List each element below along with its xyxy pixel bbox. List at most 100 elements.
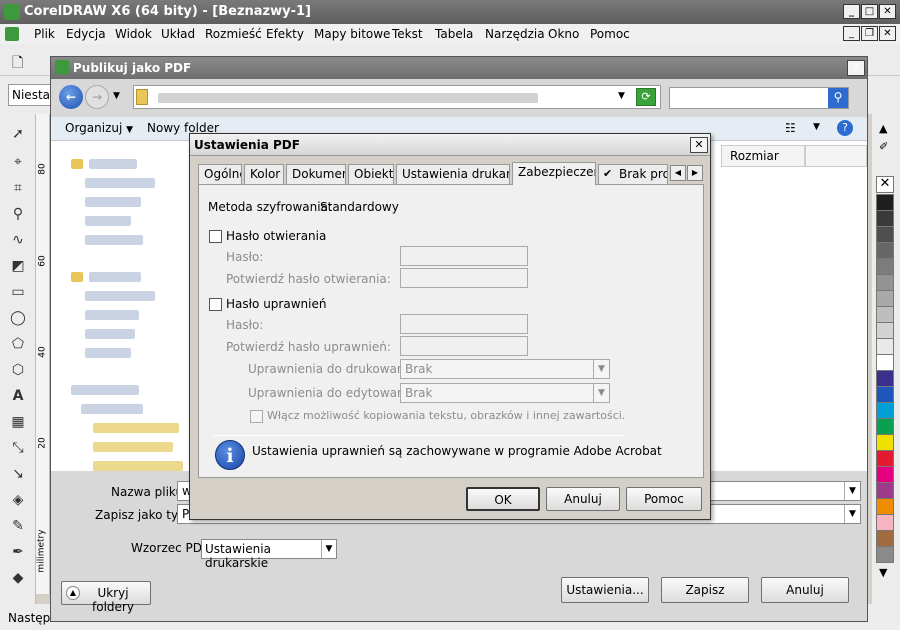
perm-password-input[interactable] bbox=[400, 314, 528, 334]
tree-item[interactable] bbox=[85, 348, 131, 358]
preset-combo[interactable]: Niestan bbox=[8, 84, 52, 106]
tab-obiekty[interactable]: Obiekty bbox=[348, 164, 394, 184]
palette-eyedropper-icon[interactable]: ✐ bbox=[879, 140, 888, 153]
help-icon[interactable]: ? bbox=[837, 120, 853, 136]
menu-okno[interactable]: Okno bbox=[548, 27, 579, 41]
zoom-tool-icon[interactable]: ⚲ bbox=[8, 204, 28, 224]
filename-dropdown-icon[interactable]: ▼ bbox=[844, 482, 860, 500]
address-bar[interactable]: ▼ ⟳ bbox=[133, 85, 661, 109]
search-icon[interactable]: ⚲ bbox=[828, 88, 848, 108]
publish-close-icon[interactable]: ✕ bbox=[847, 60, 865, 76]
tab-ogolne[interactable]: Ogólne bbox=[198, 164, 242, 184]
address-dropdown-icon[interactable]: ▼ bbox=[618, 91, 625, 101]
maximize-icon[interactable]: □ bbox=[861, 4, 878, 19]
tree-item[interactable] bbox=[71, 385, 139, 395]
color-swatch[interactable] bbox=[876, 402, 894, 419]
no-color-swatch[interactable]: ✕ bbox=[876, 176, 894, 193]
doc-restore-icon[interactable]: ❐ bbox=[861, 26, 878, 41]
rectangle-tool-icon[interactable]: ▭ bbox=[8, 282, 28, 302]
color-swatch[interactable] bbox=[876, 498, 894, 515]
color-swatch[interactable] bbox=[876, 354, 894, 371]
color-swatch[interactable] bbox=[876, 514, 894, 531]
allow-copy-checkbox[interactable] bbox=[250, 410, 263, 423]
close-icon[interactable]: ✕ bbox=[879, 4, 896, 19]
preset-select[interactable]: Ustawienia drukarskie ▼ bbox=[201, 539, 337, 570]
tree-item[interactable] bbox=[93, 442, 173, 452]
color-swatch[interactable] bbox=[876, 482, 894, 499]
doc-close-icon[interactable]: ✕ bbox=[879, 26, 896, 41]
color-swatch[interactable] bbox=[876, 386, 894, 403]
tree-item[interactable] bbox=[89, 272, 141, 282]
color-swatch[interactable] bbox=[876, 546, 894, 563]
ellipse-tool-icon[interactable]: ◯ bbox=[8, 308, 28, 328]
tab-dokument[interactable]: Dokument bbox=[286, 164, 346, 184]
palette-scroll-down-icon[interactable]: ▼ bbox=[879, 566, 887, 579]
tab-brak-problemow[interactable]: ✔ Brak prob bbox=[598, 164, 668, 184]
tree-item[interactable] bbox=[81, 404, 143, 414]
tree-item[interactable] bbox=[85, 216, 131, 226]
color-swatch[interactable] bbox=[876, 418, 894, 435]
menu-tabela[interactable]: Tabela bbox=[435, 27, 473, 41]
color-swatch[interactable] bbox=[876, 338, 894, 355]
tab-kolor[interactable]: Kolor bbox=[244, 164, 284, 184]
color-swatch[interactable] bbox=[876, 194, 894, 211]
pdf-close-icon[interactable]: ✕ bbox=[690, 137, 708, 153]
hide-folders-button[interactable]: ▲ Ukryj foldery bbox=[61, 581, 151, 614]
menu-rozmiesc[interactable]: Rozmieść bbox=[205, 27, 262, 41]
tree-item[interactable] bbox=[85, 310, 139, 320]
basic-shapes-tool-icon[interactable]: ⬡ bbox=[8, 360, 28, 380]
blend-tool-icon[interactable]: ◈ bbox=[8, 490, 28, 510]
tab-zabezpieczenia[interactable]: Zabezpieczenia bbox=[512, 162, 596, 185]
color-swatch[interactable] bbox=[876, 450, 894, 467]
color-swatch[interactable] bbox=[876, 290, 894, 307]
settings-button[interactable]: Ustawienia... bbox=[561, 577, 649, 603]
preset-dropdown-icon[interactable]: ▼ bbox=[321, 540, 336, 558]
color-swatch[interactable] bbox=[876, 258, 894, 275]
refresh-icon[interactable]: ⟳ bbox=[636, 88, 656, 106]
eyedropper-tool-icon[interactable]: ✎ bbox=[8, 516, 28, 536]
recent-dropdown-icon[interactable]: ▼ bbox=[113, 91, 120, 101]
column-size[interactable]: Rozmiar bbox=[721, 145, 805, 167]
connector-tool-icon[interactable]: ↘ bbox=[8, 464, 28, 484]
menu-widok[interactable]: Widok bbox=[115, 27, 152, 41]
open-password-checkbox[interactable] bbox=[209, 230, 222, 243]
color-swatch[interactable] bbox=[876, 226, 894, 243]
view-options-icon[interactable]: ☷ bbox=[785, 121, 796, 135]
tab-scroll-right-icon[interactable]: ▶ bbox=[687, 165, 703, 181]
forward-icon[interactable]: → bbox=[85, 85, 109, 109]
tree-item[interactable] bbox=[85, 197, 141, 207]
pick-tool-icon[interactable]: ➚ bbox=[8, 124, 28, 144]
color-swatch[interactable] bbox=[876, 466, 894, 483]
menu-uklad[interactable]: Układ bbox=[161, 27, 195, 41]
tab-scroll-left-icon[interactable]: ◀ bbox=[670, 165, 686, 181]
menu-efekty[interactable]: Efekty bbox=[266, 27, 304, 41]
view-dropdown-icon[interactable]: ▼ bbox=[813, 122, 820, 132]
menu-narzedzia[interactable]: Narzędzia bbox=[485, 27, 545, 41]
freehand-tool-icon[interactable]: ∿ bbox=[8, 230, 28, 250]
confirm-open-input[interactable] bbox=[400, 268, 528, 288]
color-swatch[interactable] bbox=[876, 210, 894, 227]
dimension-tool-icon[interactable]: ⤡ bbox=[8, 438, 28, 458]
color-swatch[interactable] bbox=[876, 242, 894, 259]
color-swatch[interactable] bbox=[876, 434, 894, 451]
permissions-password-checkbox[interactable] bbox=[209, 298, 222, 311]
pdf-help-button[interactable]: Pomoc bbox=[626, 487, 702, 511]
color-swatch[interactable] bbox=[876, 322, 894, 339]
edit-permissions-select[interactable]: Brak ▼ bbox=[400, 383, 610, 403]
menu-pomoc[interactable]: Pomoc bbox=[590, 27, 630, 41]
pdf-cancel-button[interactable]: Anuluj bbox=[546, 487, 620, 511]
menu-mapy-bitowe[interactable]: Mapy bitowe bbox=[314, 27, 390, 41]
tree-item[interactable] bbox=[85, 329, 135, 339]
folder-tree[interactable] bbox=[51, 141, 191, 471]
tree-item[interactable] bbox=[85, 235, 143, 245]
organize-button[interactable]: Organizuj ▼ bbox=[65, 121, 133, 135]
tree-item[interactable] bbox=[85, 178, 155, 188]
save-button[interactable]: Zapisz bbox=[661, 577, 749, 603]
open-password-input[interactable] bbox=[400, 246, 528, 266]
confirm-perm-input[interactable] bbox=[400, 336, 528, 356]
minimize-icon[interactable]: _ bbox=[843, 4, 860, 19]
table-tool-icon[interactable]: ▦ bbox=[8, 412, 28, 432]
smart-fill-tool-icon[interactable]: ◩ bbox=[8, 256, 28, 276]
print-permissions-select[interactable]: Brak ▼ bbox=[400, 359, 610, 379]
tree-item[interactable] bbox=[93, 461, 183, 471]
